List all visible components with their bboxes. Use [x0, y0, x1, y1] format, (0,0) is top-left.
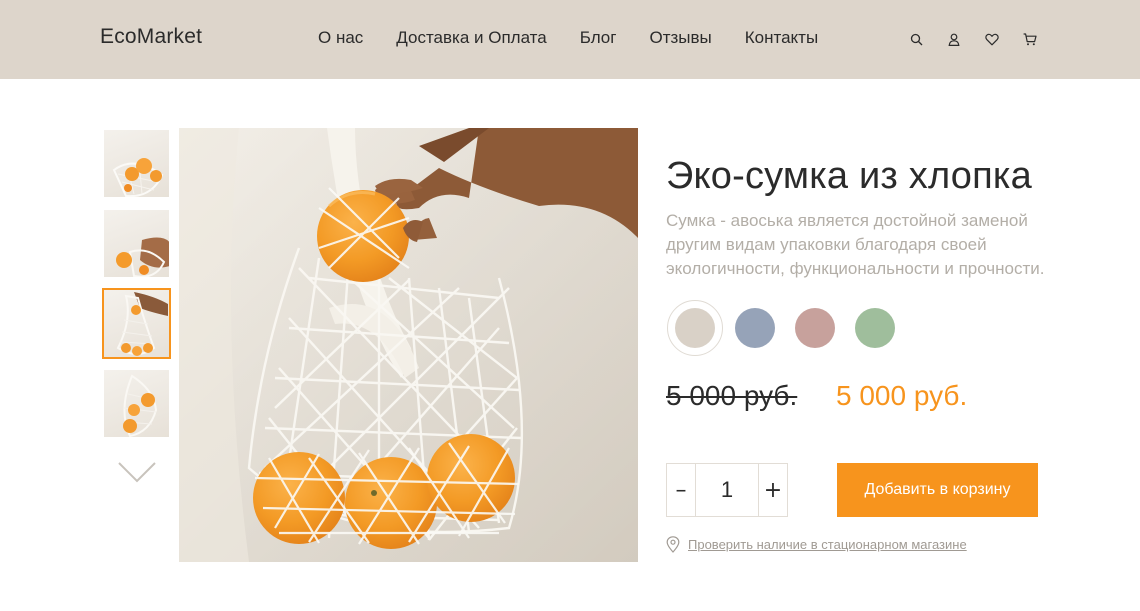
nav-reviews[interactable]: Отзывы	[649, 28, 711, 48]
main-nav: О нас Доставка и Оплата Блог Отзывы Конт…	[318, 28, 818, 48]
swatch-fill	[795, 308, 835, 348]
thumbnail-3-active[interactable]	[102, 288, 171, 359]
header-tools	[906, 29, 1040, 49]
product-description: Сумка - авоська является достойной замен…	[666, 211, 1045, 278]
thumbnail-4[interactable]	[102, 368, 171, 439]
swatch-fill	[675, 308, 715, 348]
color-swatch-green[interactable]	[847, 300, 903, 356]
color-swatch-beige[interactable]	[667, 300, 723, 356]
swatch-fill	[855, 308, 895, 348]
quantity-stepper: – +	[666, 463, 788, 517]
store-check-link[interactable]: Проверить наличие в стационарном магазин…	[688, 537, 967, 552]
cart-icon[interactable]	[1020, 29, 1040, 49]
quantity-input[interactable]	[696, 464, 758, 516]
location-pin-icon	[666, 536, 680, 553]
color-swatch-blue[interactable]	[727, 300, 783, 356]
nav-about[interactable]: О нас	[318, 28, 363, 48]
store-availability: Проверить наличие в стационарном магазин…	[666, 536, 967, 553]
product-title: Эко-сумка из хлопка	[666, 155, 1032, 197]
nav-contacts[interactable]: Контакты	[745, 28, 818, 48]
thumbnail-1[interactable]	[102, 128, 171, 199]
color-swatches	[667, 300, 907, 356]
product-main-image	[179, 128, 638, 562]
color-swatch-pink[interactable]	[787, 300, 843, 356]
nav-delivery[interactable]: Доставка и Оплата	[396, 28, 546, 48]
user-icon[interactable]	[944, 29, 964, 49]
search-icon[interactable]	[906, 29, 926, 49]
nav-blog[interactable]: Блог	[580, 28, 617, 48]
old-price: 5 000 руб.	[666, 380, 798, 411]
thumbnail-list	[102, 128, 172, 448]
site-header: EcoMarket О нас Доставка и Оплата Блог О…	[0, 0, 1140, 79]
add-to-cart-button[interactable]: Добавить в корзину	[837, 463, 1038, 517]
thumbnail-2[interactable]	[102, 208, 171, 279]
chevron-down-icon[interactable]	[117, 459, 157, 485]
quantity-increase-button[interactable]: +	[758, 464, 787, 516]
current-price: 5 000 руб.	[836, 380, 968, 411]
quantity-decrease-button[interactable]: –	[667, 464, 696, 516]
logo[interactable]: EcoMarket	[100, 25, 202, 49]
swatch-fill	[735, 308, 775, 348]
heart-icon[interactable]	[982, 29, 1002, 49]
